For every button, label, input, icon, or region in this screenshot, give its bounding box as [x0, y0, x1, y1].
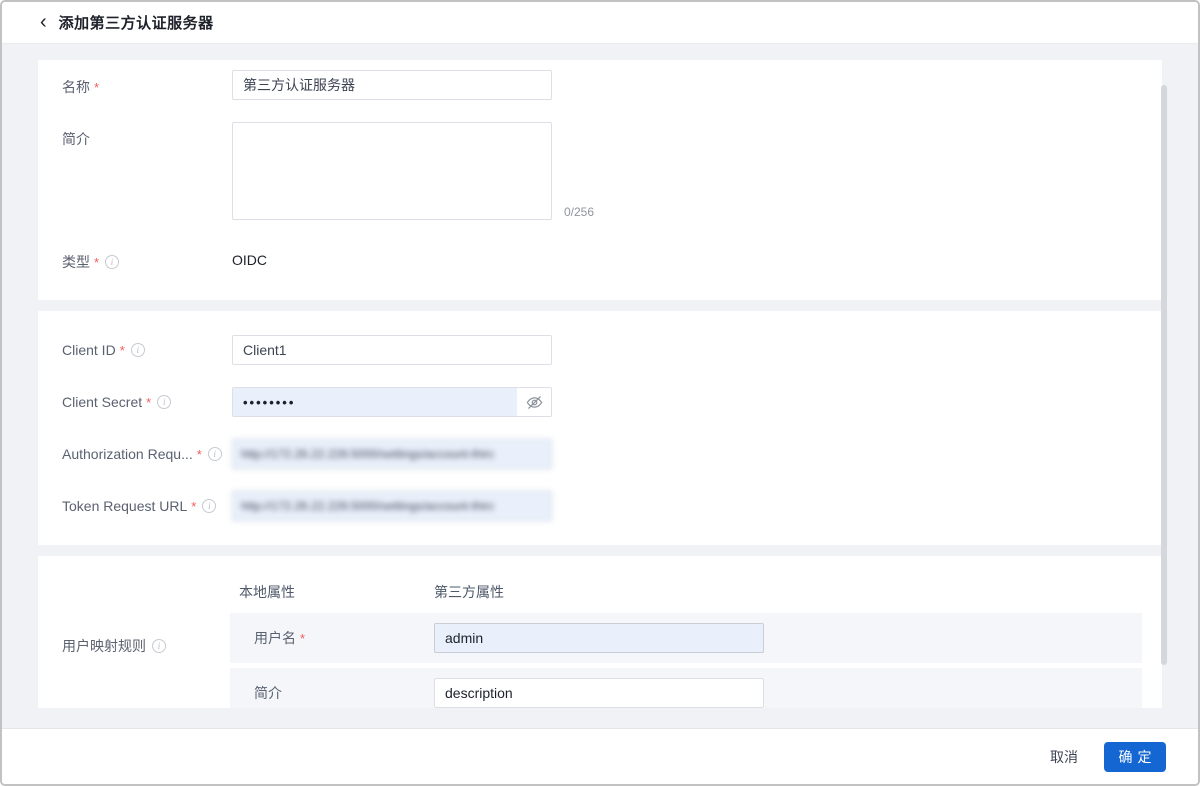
description-mapping-label: 简介: [254, 685, 282, 701]
required-marker: *: [146, 394, 152, 410]
token-url-row: Token Request URL * i http://172.26.22.2…: [62, 491, 1138, 521]
mapping-table-header: 本地属性 第三方属性: [230, 582, 1142, 602]
type-value: OIDC: [232, 252, 267, 268]
client-id-label: Client ID * i: [62, 335, 232, 358]
info-icon[interactable]: i: [130, 343, 145, 357]
back-button[interactable]: ‹: [40, 12, 47, 32]
info-icon[interactable]: i: [105, 255, 120, 269]
client-secret-input[interactable]: ••••••••: [232, 387, 552, 417]
client-secret-label: Client Secret * i: [62, 387, 232, 410]
info-icon[interactable]: i: [157, 395, 172, 409]
footer-bar: 取消 确定: [2, 728, 1198, 784]
basic-info-card: 名称 * 简介 0/256 类型 * i: [38, 60, 1162, 300]
info-icon[interactable]: i: [207, 447, 222, 461]
eye-off-icon[interactable]: [517, 388, 551, 416]
description-mapping-input[interactable]: [434, 678, 764, 708]
username-mapping-input[interactable]: [434, 623, 764, 653]
type-label: 类型 * i: [62, 245, 232, 272]
required-marker: *: [119, 342, 125, 358]
required-marker: *: [191, 498, 197, 514]
mapping-row-description: 简介: [230, 668, 1142, 708]
local-attr-header: 本地属性: [239, 584, 295, 600]
mapping-table: 本地属性 第三方属性 用户名 * 简介: [230, 582, 1142, 708]
mapping-row-username: 用户名 *: [230, 613, 1142, 663]
required-marker: *: [300, 630, 306, 646]
mapping-section-label: 用户映射规则 i: [62, 582, 230, 708]
content-area: 名称 * 简介 0/256 类型 * i: [2, 44, 1198, 728]
description-textarea-wrap: 0/256: [232, 122, 594, 223]
required-marker: *: [94, 254, 100, 270]
type-row: 类型 * i OIDC: [62, 245, 1138, 272]
vertical-scrollbar-thumb[interactable]: [1161, 85, 1167, 665]
cancel-button[interactable]: 取消: [1050, 747, 1078, 767]
name-label: 名称 *: [62, 79, 100, 95]
description-label: 简介: [62, 131, 90, 147]
info-icon[interactable]: i: [152, 639, 166, 653]
client-id-row: Client ID * i: [62, 335, 1138, 365]
name-input[interactable]: [232, 70, 552, 100]
username-label: 用户名 *: [254, 630, 306, 646]
name-row: 名称 *: [62, 70, 1138, 100]
required-marker: *: [196, 446, 202, 462]
app-window: ‹ 添加第三方认证服务器 名称 * 简介 0/256: [0, 0, 1200, 786]
token-url-label: Token Request URL * i: [62, 491, 232, 514]
client-secret-masked-value: ••••••••: [233, 388, 517, 416]
description-textarea[interactable]: [232, 122, 552, 220]
confirm-button[interactable]: 确定: [1104, 741, 1166, 772]
page-header: ‹ 添加第三方认证服务器: [2, 2, 1198, 44]
user-mapping-card: 用户映射规则 i 本地属性 第三方属性 用户名 * 简介: [38, 556, 1162, 708]
authorization-url-label: Authorization Requ... * i: [62, 439, 232, 462]
char-counter: 0/256: [563, 205, 594, 219]
third-party-attr-header: 第三方属性: [434, 584, 504, 600]
page-title: 添加第三方认证服务器: [58, 15, 214, 32]
client-secret-row: Client Secret * i ••••••••: [62, 387, 1138, 417]
token-url-input[interactable]: http://172.26.22.226:5000/settings/accou…: [232, 491, 552, 521]
oidc-config-card: Client ID * i Client Secret * i ••••••••: [38, 311, 1162, 545]
description-row: 简介 0/256: [62, 122, 1138, 223]
info-icon[interactable]: i: [202, 499, 217, 513]
authorization-url-input[interactable]: http://172.26.22.226:5000/settings/accou…: [232, 439, 552, 469]
required-marker: *: [94, 79, 100, 95]
authorization-url-row: Authorization Requ... * i http://172.26.…: [62, 439, 1138, 469]
client-id-input[interactable]: [232, 335, 552, 365]
